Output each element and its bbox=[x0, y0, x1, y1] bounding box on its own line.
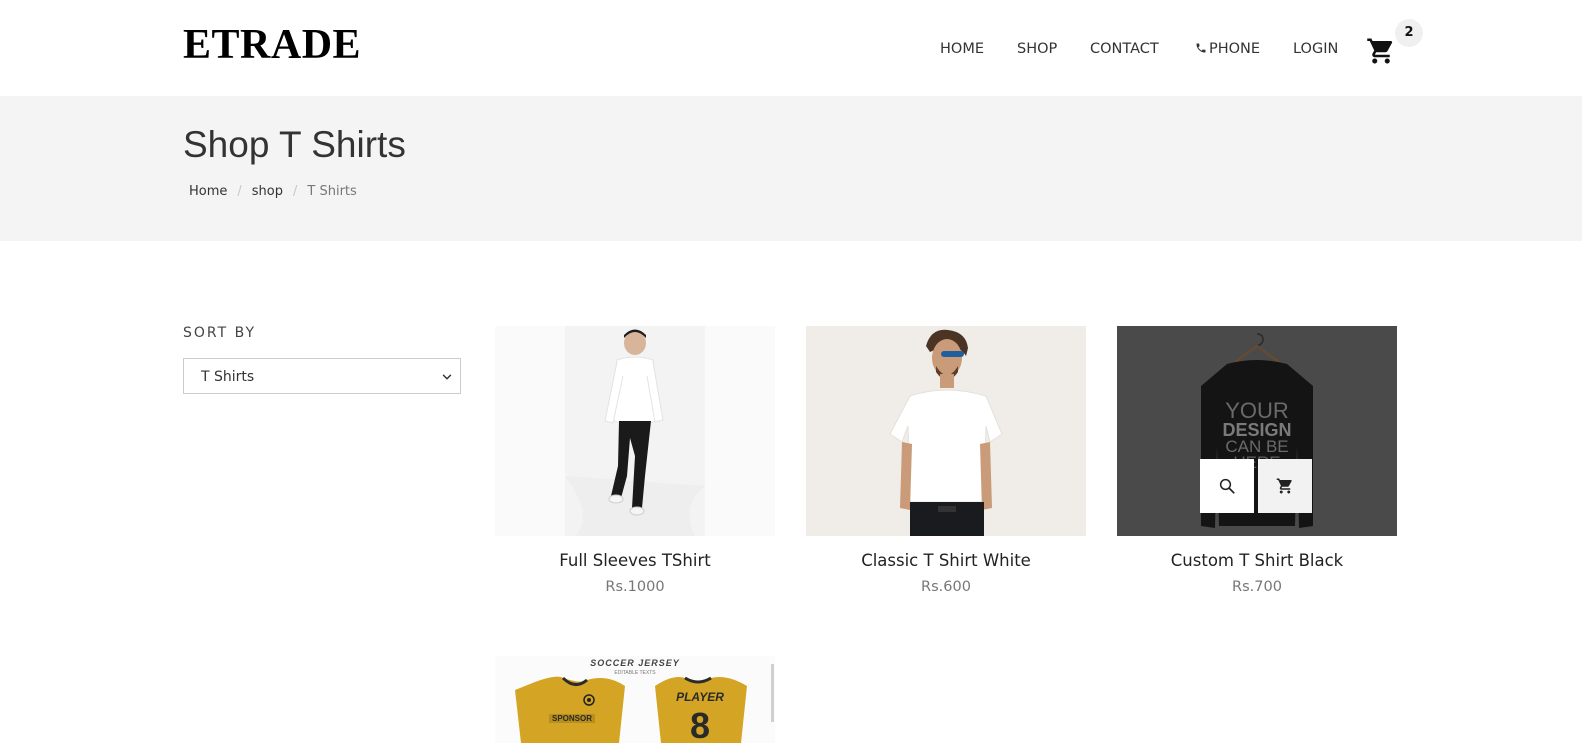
cart-count-badge: 2 bbox=[1395, 19, 1423, 47]
cart-icon bbox=[1276, 478, 1292, 494]
add-to-cart-button[interactable] bbox=[1258, 459, 1312, 513]
product-image-black-sweatshirt[interactable]: YOUR DESIGN CAN BE HERE bbox=[1117, 326, 1397, 536]
breadcrumb-separator: / bbox=[237, 184, 242, 199]
main-nav: HOME SHOP CONTACT PHONE LOGIN bbox=[0, 41, 1582, 61]
nav-login[interactable]: LOGIN bbox=[1293, 41, 1338, 57]
cart-icon[interactable] bbox=[1366, 36, 1396, 66]
jersey-subtitle: EDITABLE TEXTS bbox=[614, 670, 656, 676]
product-image-man-white-tshirt[interactable] bbox=[806, 326, 1086, 536]
product-price: Rs.600 bbox=[921, 579, 971, 595]
nav-home[interactable]: HOME bbox=[940, 41, 984, 57]
site-header: ETRADE HOME SHOP CONTACT PHONE LOGIN 2 bbox=[0, 0, 1582, 96]
product-name[interactable]: Classic T Shirt White bbox=[806, 551, 1086, 570]
breadcrumb-separator: / bbox=[293, 184, 298, 199]
nav-contact[interactable]: CONTACT bbox=[1090, 41, 1159, 57]
jersey-sponsor: SPONSOR bbox=[552, 714, 592, 723]
search-icon bbox=[1219, 478, 1235, 494]
chevron-down-icon bbox=[442, 374, 452, 380]
jersey-player: PLAYER bbox=[676, 690, 724, 704]
phone-icon bbox=[1196, 43, 1206, 53]
jersey-number: 8 bbox=[690, 705, 710, 743]
jersey-title: SOCCER JERSEY bbox=[590, 658, 680, 668]
nav-phone-label: PHONE bbox=[1209, 41, 1261, 57]
breadcrumb-current: T Shirts bbox=[307, 184, 357, 199]
product-name[interactable]: Full Sleeves TShirt bbox=[495, 551, 775, 570]
product-image-soccer-jersey[interactable]: SOCCER JERSEY EDITABLE TEXTS SPONSOR PLA… bbox=[495, 656, 775, 743]
sort-selected-value: T Shirts bbox=[201, 369, 255, 385]
quick-view-button[interactable] bbox=[1200, 459, 1254, 513]
breadcrumb-shop[interactable]: shop bbox=[252, 184, 283, 199]
product-image-man-white-longsleeve[interactable] bbox=[495, 326, 775, 536]
sort-select[interactable]: T Shirts bbox=[183, 358, 461, 394]
page-title: Shop T Shirts bbox=[183, 124, 406, 165]
sort-by-label: SORT BY bbox=[183, 325, 257, 341]
product-name[interactable]: Custom T Shirt Black bbox=[1117, 551, 1397, 570]
page-hero: Shop T Shirts Home / shop / T Shirts bbox=[0, 96, 1582, 241]
breadcrumb-home[interactable]: Home bbox=[189, 184, 227, 199]
nav-shop[interactable]: SHOP bbox=[1017, 41, 1057, 57]
product-price: Rs.700 bbox=[1232, 579, 1282, 595]
nav-phone[interactable]: PHONE bbox=[1195, 41, 1260, 57]
product-price: Rs.1000 bbox=[605, 579, 665, 595]
breadcrumb: Home / shop / T Shirts bbox=[189, 184, 357, 199]
